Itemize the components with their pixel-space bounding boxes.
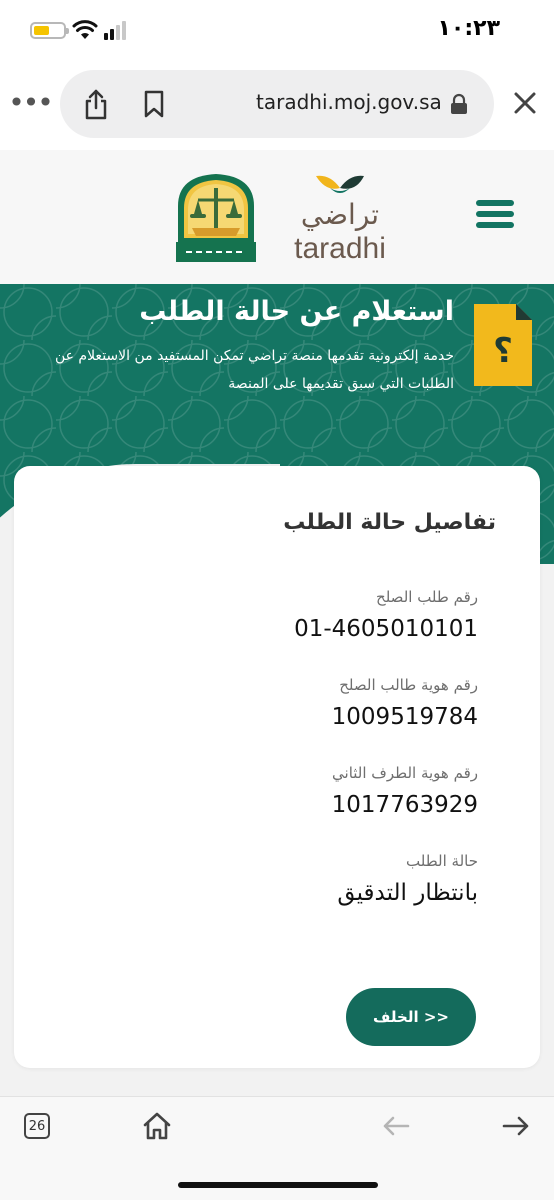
site-header: تراضي taradhi: [0, 150, 554, 284]
more-options-icon[interactable]: •••: [8, 86, 54, 119]
close-icon[interactable]: [512, 90, 538, 116]
applicant-id-label: رقم هوية طالب الصلح: [339, 676, 478, 694]
request-number-value: 01-4605010101: [294, 616, 478, 642]
page-description: خدمة إلكترونية تقدمها منصة تراضي تمكن ال…: [54, 348, 454, 392]
logo-arabic-text: تراضي: [300, 198, 380, 231]
battery-icon: [30, 22, 69, 39]
request-status-card: تفاصيل حالة الطلب رقم طلب الصلح 01-46050…: [14, 466, 540, 1068]
taradhi-logo-mark-icon: [316, 175, 364, 193]
applicant-id-value: 1009519784: [331, 704, 478, 730]
document-question-icon: ؟: [474, 304, 532, 386]
svg-text:؟: ؟: [493, 331, 513, 371]
second-party-id-value: 1017763929: [331, 792, 478, 818]
address-bar[interactable]: taradhi.moj.gov.sa: [60, 70, 494, 138]
bookmark-icon[interactable]: [142, 90, 166, 118]
status-bar: ١٠:٢٣: [0, 0, 554, 60]
request-status-label: حالة الطلب: [406, 852, 478, 870]
second-party-id-label: رقم هوية الطرف الثاني: [332, 764, 478, 782]
request-number-label: رقم طلب الصلح: [376, 588, 478, 606]
back-button[interactable]: << الخلف: [346, 988, 476, 1046]
share-icon[interactable]: [82, 88, 110, 120]
hamburger-menu-icon[interactable]: [476, 200, 514, 230]
page-title: استعلام عن حالة الطلب: [139, 296, 454, 327]
taradhi-logo[interactable]: تراضي taradhi: [290, 172, 390, 265]
url-text[interactable]: taradhi.moj.gov.sa: [256, 90, 442, 114]
logo-english-text: taradhi: [294, 232, 386, 265]
request-status-value: بانتظار التدقيق: [337, 880, 478, 906]
back-arrow-icon[interactable]: [382, 1115, 410, 1137]
wifi-icon: [72, 20, 98, 39]
home-icon[interactable]: [142, 1111, 172, 1141]
home-indicator[interactable]: [178, 1182, 378, 1188]
ministry-of-justice-logo[interactable]: [170, 170, 262, 264]
browser-bottom-toolbar: 26: [0, 1096, 554, 1200]
tabs-icon[interactable]: 26: [24, 1113, 50, 1139]
card-title: تفاصيل حالة الطلب: [283, 510, 496, 535]
clock: ١٠:٢٣: [437, 16, 500, 41]
battery-level: [34, 26, 50, 35]
browser-toolbar: ••• taradhi.moj.gov.sa: [0, 60, 554, 150]
cellular-signal-icon: [104, 21, 126, 40]
lock-icon: [451, 93, 467, 114]
forward-arrow-icon[interactable]: [502, 1115, 530, 1137]
